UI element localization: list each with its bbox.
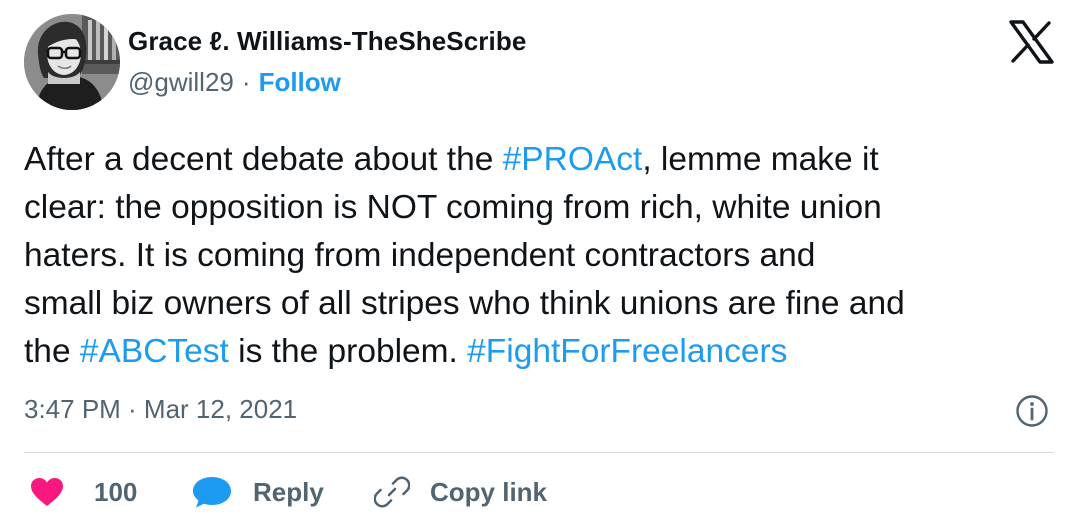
separator-dot: · (241, 67, 251, 97)
divider (24, 452, 1054, 453)
copy-link-label: Copy link (430, 476, 548, 507)
author-handle-row: @gwill29 · Follow (128, 67, 341, 98)
author-display-name[interactable]: Grace ℓ. Williams-TheSheScribe (128, 26, 526, 57)
info-icon[interactable] (1015, 394, 1049, 428)
tweet-text-line: clear: the opposition is NOT coming from… (24, 184, 1054, 232)
action-bar: 100 Reply Copy link (24, 472, 1054, 512)
link-icon (374, 474, 410, 510)
like-button[interactable]: 100 (30, 472, 137, 512)
reply-button[interactable]: Reply (191, 472, 324, 512)
speech-bubble-icon (191, 475, 233, 509)
heart-icon (30, 477, 64, 507)
tweet-text-line: After a decent debate about the #PROAct,… (24, 136, 1054, 184)
tweet-timestamp[interactable]: 3:47 PM · Mar 12, 2021 (24, 394, 297, 425)
copy-link-button[interactable]: Copy link (374, 472, 547, 512)
tweet-text-segment: haters. It is coming from independent co… (24, 237, 816, 274)
author-handle[interactable]: @gwill29 (128, 67, 234, 97)
tweet-text-segment: clear: the opposition is NOT coming from… (24, 189, 882, 226)
tweet-text-line: the #ABCTest is the problem. #FightForFr… (24, 328, 1054, 376)
hashtag-link[interactable]: #ABCTest (80, 333, 229, 370)
hashtag-link[interactable]: #FightForFreelancers (467, 333, 787, 370)
hashtag-link[interactable]: #PROAct (503, 141, 643, 178)
avatar[interactable] (24, 14, 120, 110)
tweet-text-segment: After a decent debate about the (24, 141, 503, 178)
tweet-text-line: haters. It is coming from independent co… (24, 232, 1054, 280)
tweet-text-line: small biz owners of all stripes who thin… (24, 280, 1054, 328)
reply-label: Reply (253, 476, 324, 507)
tweet-text-segment: is the problem. (228, 333, 468, 370)
like-count: 100 (94, 476, 138, 507)
tweet-text-segment: the (24, 333, 80, 370)
follow-button[interactable]: Follow (259, 67, 341, 97)
tweet-text: After a decent debate about the #PROAct,… (24, 136, 1054, 376)
avatar-photo (24, 14, 120, 110)
tweet-embed-card: Grace ℓ. Williams-TheSheScribe @gwill29 ·… (0, 0, 1070, 532)
tweet-text-segment: small biz owners of all stripes who thin… (24, 285, 905, 322)
tweet-text-segment: , lemme make it (642, 141, 879, 178)
x-logo-icon[interactable] (1008, 20, 1054, 64)
